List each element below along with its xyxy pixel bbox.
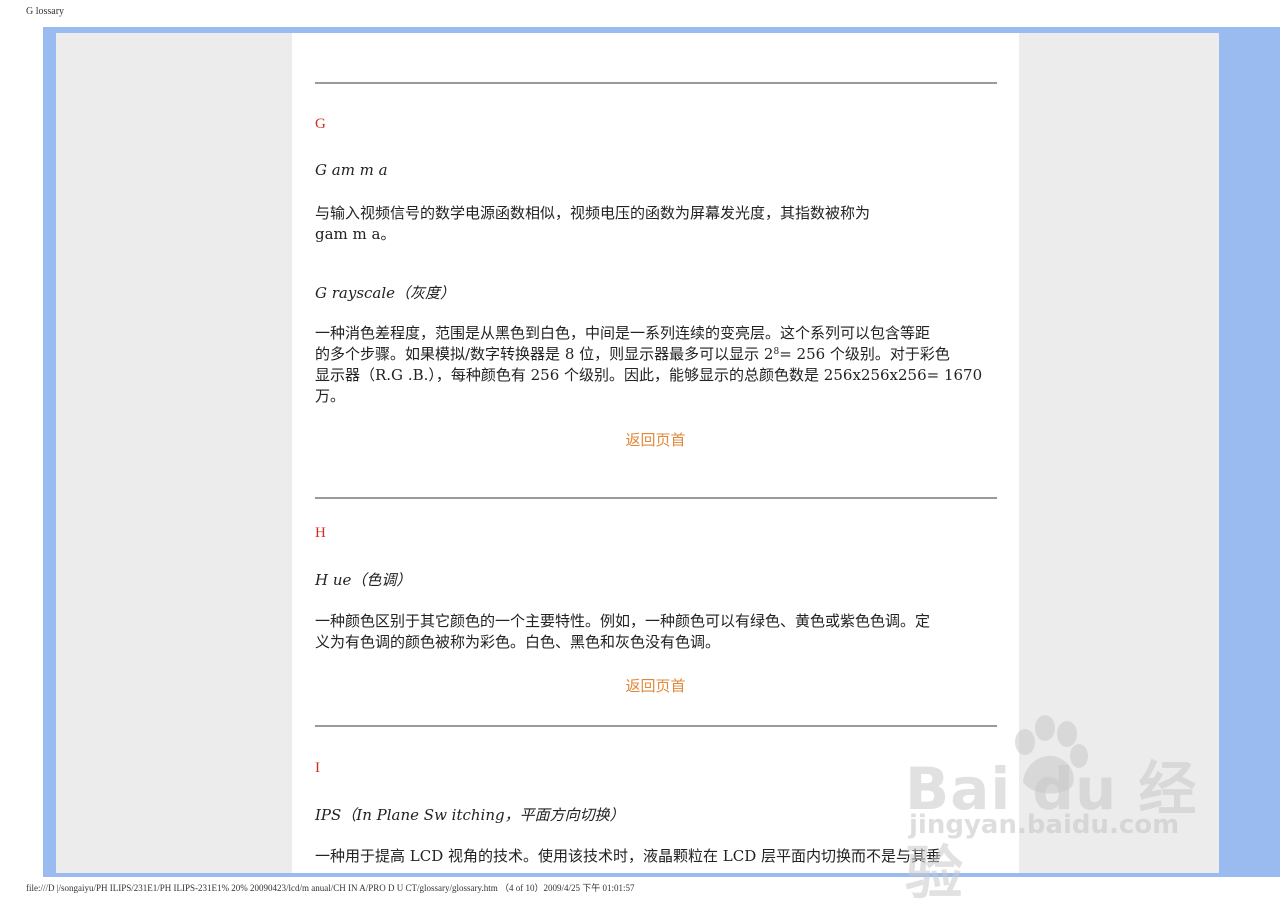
desc-grayscale: 一种消色差程度，范围是从黑色到白色，中间是一系列连续的变亮层。这个系列可以包含等…	[315, 323, 997, 407]
desc-text: 的多个步骤。如果模拟/数字转换器是 8 位，则显示器最多可以显示 2	[315, 345, 774, 363]
desc-text: = 256 个级别。对于彩色	[779, 345, 950, 363]
desc-line: gam m a。	[315, 225, 396, 243]
back-to-top-link[interactable]: 返回页首	[292, 429, 1019, 450]
desc-line: 万。	[315, 387, 346, 405]
print-footer: file:///D |/songaiyu/PH ILIPS/231E1/PH I…	[26, 883, 635, 893]
desc-hue: 一种颜色区别于其它颜色的一个主要特性。例如，一种颜色可以有绿色、黄色或紫色色调。…	[315, 611, 997, 653]
desc-line: 的多个步骤。如果模拟/数字转换器是 8 位，则显示器最多可以显示 28= 256…	[315, 344, 997, 365]
section-divider	[315, 725, 997, 727]
section-letter-i: I	[315, 760, 320, 776]
glossary-content[interactable]: G G am m a 与输入视频信号的数学电源函数相似，视频电压的函数为屏幕发光…	[292, 33, 1019, 873]
section-divider	[315, 497, 997, 499]
term-gamma: G am m a	[315, 161, 388, 179]
section-letter-h: H	[315, 525, 326, 541]
term-hue: H ue（色调）	[315, 571, 412, 589]
desc-line: 显示器（R.G .B.），每种颜色有 256 个级别。因此，能够显示的总颜色数是…	[315, 366, 983, 384]
term-grayscale: G rayscale（灰度）	[315, 284, 456, 302]
desc-gamma: 与输入视频信号的数学电源函数相似，视频电压的函数为屏幕发光度，其指数被称为 ga…	[315, 203, 997, 245]
desc-ips: 一种用于提高 LCD 视角的技术。使用该技术时，液晶颗粒在 LCD 层平面内切换…	[315, 846, 997, 867]
desc-line: 义为有色调的颜色被称为彩色。白色、黑色和灰色没有色调。	[315, 633, 721, 651]
desc-line: 一种消色差程度，范围是从黑色到白色，中间是一系列连续的变亮层。这个系列可以包含等…	[315, 324, 931, 342]
desc-line: 一种用于提高 LCD 视角的技术。使用该技术时，液晶颗粒在 LCD 层平面内切换…	[315, 847, 942, 865]
superscript-exponent: 8	[773, 347, 780, 357]
section-divider	[315, 82, 997, 84]
section-letter-g: G	[315, 116, 326, 132]
term-ips: IPS（In Plane Sw itching，平面方向切换）	[315, 806, 625, 824]
desc-line: 一种颜色区别于其它颜色的一个主要特性。例如，一种颜色可以有绿色、黄色或紫色色调。…	[315, 612, 931, 630]
back-to-top-link[interactable]: 返回页首	[292, 675, 1019, 696]
desc-line: 与输入视频信号的数学电源函数相似，视频电压的函数为屏幕发光度，其指数被称为	[315, 204, 871, 222]
print-header: G lossary	[26, 6, 65, 17]
